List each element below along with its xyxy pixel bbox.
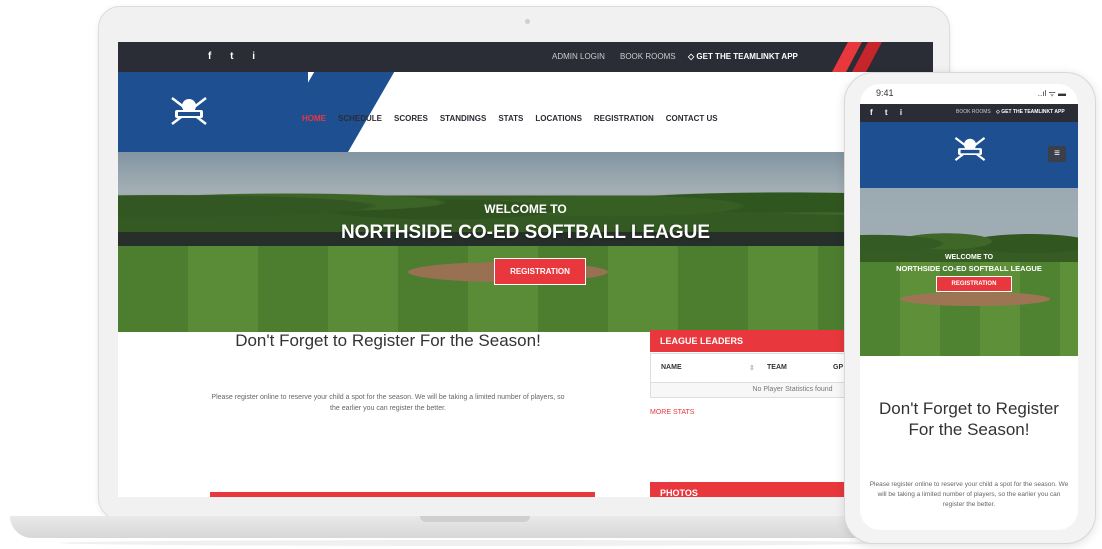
hero-banner: WELCOME TO NORTHSIDE CO-ED SOFTBALL LEAG…	[118, 152, 933, 332]
mobile-book-rooms-link[interactable]: BOOK ROOMS	[956, 109, 991, 115]
nav-contact-us[interactable]: CONTACT US	[666, 114, 718, 123]
photos-title: PHOTOS	[660, 488, 698, 497]
mobile-hero-banner: WELCOME TO NORTHSIDE CO-ED SOFTBALL LEAG…	[860, 188, 1078, 356]
registration-button[interactable]: REGISTRATION	[494, 258, 586, 285]
column-team[interactable]: TEAM	[767, 364, 787, 371]
mobile-main-text: Please register online to reserve your c…	[869, 481, 1069, 508]
nav-locations[interactable]: LOCATIONS	[535, 114, 582, 123]
nav-registration[interactable]: REGISTRATION	[594, 114, 654, 123]
mobile-hero-title: NORTHSIDE CO-ED SOFTBALL LEAGUE	[896, 264, 1042, 273]
laptop-shadow	[60, 540, 900, 546]
nav-stats[interactable]: STATS	[498, 114, 523, 123]
admin-login-link[interactable]: ADMIN LOGIN	[552, 52, 605, 61]
mobile-screen: 9:41 ..ıl ᯤ ▬ f t i BOOK ROOMS ◇ GET THE…	[860, 84, 1078, 530]
mobile-hero-welcome: WELCOME TO	[944, 254, 994, 261]
status-time: 9:41	[876, 88, 894, 98]
hero-title: NORTHSIDE CO-ED SOFTBALL LEAGUE	[340, 222, 711, 243]
main-nav: HOME SCHEDULE SCORES STANDINGS STATS LOC…	[302, 114, 718, 123]
more-stats-link[interactable]: MORE STATS	[650, 409, 694, 416]
mobile-main-heading: Don't Forget to Register For the Season!	[879, 399, 1059, 439]
twitter-icon[interactable]: t	[230, 51, 241, 62]
camera-icon	[525, 19, 530, 24]
nav-schedule[interactable]: SCHEDULE	[338, 114, 382, 123]
facebook-icon[interactable]: f	[208, 51, 219, 62]
main-text: Please register online to reserve your c…	[211, 394, 565, 412]
nav-standings[interactable]: STANDINGS	[440, 114, 487, 123]
hamburger-menu-icon[interactable]: ≡	[1048, 146, 1066, 162]
app-icon: ◇	[688, 52, 695, 61]
instagram-icon[interactable]: i	[900, 108, 907, 117]
book-rooms-link[interactable]: BOOK ROOMS	[620, 52, 676, 61]
instagram-icon[interactable]: i	[252, 51, 263, 62]
mobile-social-links: f t i	[870, 108, 907, 117]
mobile-get-app-link[interactable]: ◇ GET THE TEAMLINKT APP	[996, 109, 1065, 115]
laptop-base	[10, 516, 940, 538]
mobile-top-bar: f t i BOOK ROOMS ◇ GET THE TEAMLINKT APP	[860, 104, 1078, 122]
softball-logo[interactable]	[952, 134, 988, 164]
laptop-notch	[420, 516, 530, 522]
facebook-icon[interactable]: f	[870, 108, 878, 117]
mobile-registration-button[interactable]: REGISTRATION	[936, 276, 1012, 292]
content-bar	[210, 492, 595, 497]
column-name[interactable]: NAME	[661, 364, 682, 371]
get-app-link[interactable]: ◇ GET THE TEAMLINKT APP	[688, 52, 798, 61]
social-links: f t i	[208, 51, 263, 62]
column-gp[interactable]: GP	[833, 364, 843, 371]
nav-scores[interactable]: SCORES	[394, 114, 428, 123]
main-heading: Don't Forget to Register For the Season!	[235, 331, 541, 350]
sort-icon[interactable]: ⇕	[749, 364, 755, 372]
desktop-screen: f t i ADMIN LOGIN BOOK ROOMS ◇ GET THE T…	[118, 42, 933, 497]
twitter-icon[interactable]: t	[885, 108, 893, 117]
top-bar: f t i ADMIN LOGIN BOOK ROOMS ◇ GET THE T…	[118, 42, 933, 72]
get-app-label: GET THE TEAMLINKT APP	[696, 52, 798, 61]
nav-home[interactable]: HOME	[302, 114, 326, 123]
league-leaders-title: LEAGUE LEADERS	[660, 336, 744, 346]
status-bar: 9:41 ..ıl ᯤ ▬	[860, 84, 1078, 104]
signal-wifi-battery-icon: ..ıl ᯤ ▬	[1037, 89, 1066, 98]
softball-logo[interactable]	[168, 94, 210, 128]
hero-welcome: WELCOME TO	[484, 202, 567, 216]
